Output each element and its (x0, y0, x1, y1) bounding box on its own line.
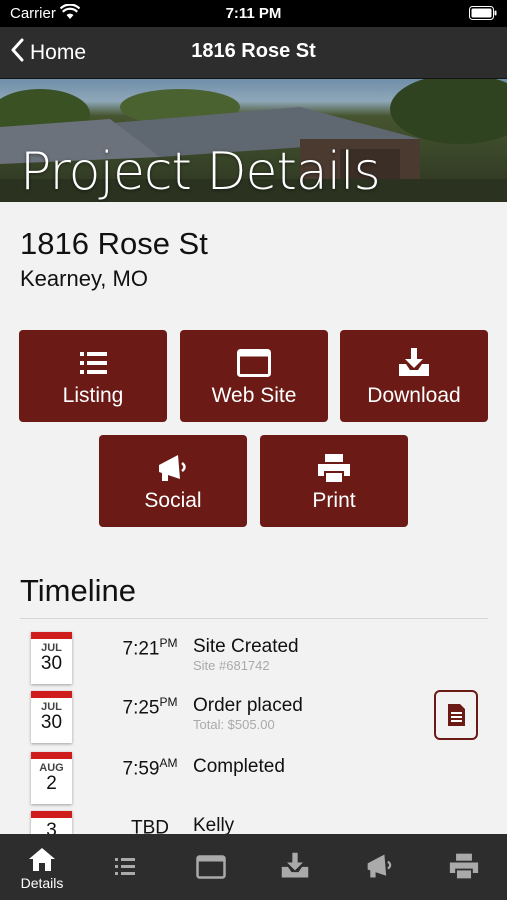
hero-banner: Project Details (0, 79, 507, 202)
list-icon (115, 858, 135, 875)
invoice-document-button[interactable] (434, 690, 478, 740)
event-title: Site Created (193, 636, 299, 657)
browser-window-icon (196, 855, 226, 879)
tab-download[interactable] (253, 834, 337, 900)
battery-icon (469, 6, 497, 24)
web-site-label: Web Site (211, 384, 297, 407)
event-day: 30 (40, 712, 63, 733)
print-label: Print (312, 489, 356, 512)
event-title: Order placed (193, 695, 303, 716)
status-bar: Carrier 7:11 PM (0, 0, 507, 27)
calendar-date-icon: JUL 30 (31, 632, 72, 684)
download-button[interactable]: Download (340, 330, 488, 422)
calendar-date-icon: JUL 30 (31, 691, 72, 743)
event-subtitle: Total: $505.00 (193, 717, 275, 732)
tab-web-site[interactable] (169, 834, 253, 900)
tab-print[interactable] (422, 834, 506, 900)
megaphone-icon (367, 854, 392, 878)
listing-label: Listing (62, 384, 124, 407)
event-time: 7:25PM (122, 695, 178, 719)
listing-button[interactable]: Listing (19, 330, 167, 422)
list-icon (80, 352, 107, 374)
tab-listing[interactable] (84, 834, 168, 900)
timeline-divider (20, 618, 488, 619)
social-button[interactable]: Social (99, 435, 247, 527)
download-label: Download (367, 384, 461, 407)
timeline-title: Timeline (20, 573, 136, 608)
browser-window-icon (237, 349, 271, 377)
event-time: 7:59AM (122, 756, 178, 780)
property-street: 1816 Rose St (20, 226, 208, 261)
social-label: Social (144, 489, 202, 512)
event-subtitle: Site #681742 (193, 658, 270, 673)
property-city-state: Kearney, MO (20, 266, 148, 291)
event-time: 7:21PM (122, 636, 178, 660)
web-site-button[interactable]: Web Site (180, 330, 328, 422)
status-time: 7:11 PM (225, 5, 282, 22)
tab-details[interactable]: Details (0, 834, 84, 900)
download-tray-icon (399, 348, 429, 376)
print-button[interactable]: Print (260, 435, 408, 527)
download-tray-icon (281, 852, 309, 878)
hero-title: Project Details (20, 142, 381, 202)
document-icon (448, 704, 465, 726)
tab-details-label: Details (20, 875, 64, 891)
calendar-date-icon: AUG 2 (31, 752, 72, 804)
tab-bar: Details (0, 834, 507, 900)
nav-title: 1816 Rose St (191, 40, 316, 62)
home-icon (29, 848, 55, 871)
printer-icon (318, 454, 350, 482)
event-day: 30 (40, 653, 63, 674)
megaphone-icon (159, 455, 186, 481)
event-day: 2 (46, 773, 57, 794)
printer-icon (449, 853, 479, 879)
event-title: Completed (193, 756, 285, 777)
navigation-bar: Home 1816 Rose St (0, 27, 507, 79)
tab-social[interactable] (338, 834, 422, 900)
